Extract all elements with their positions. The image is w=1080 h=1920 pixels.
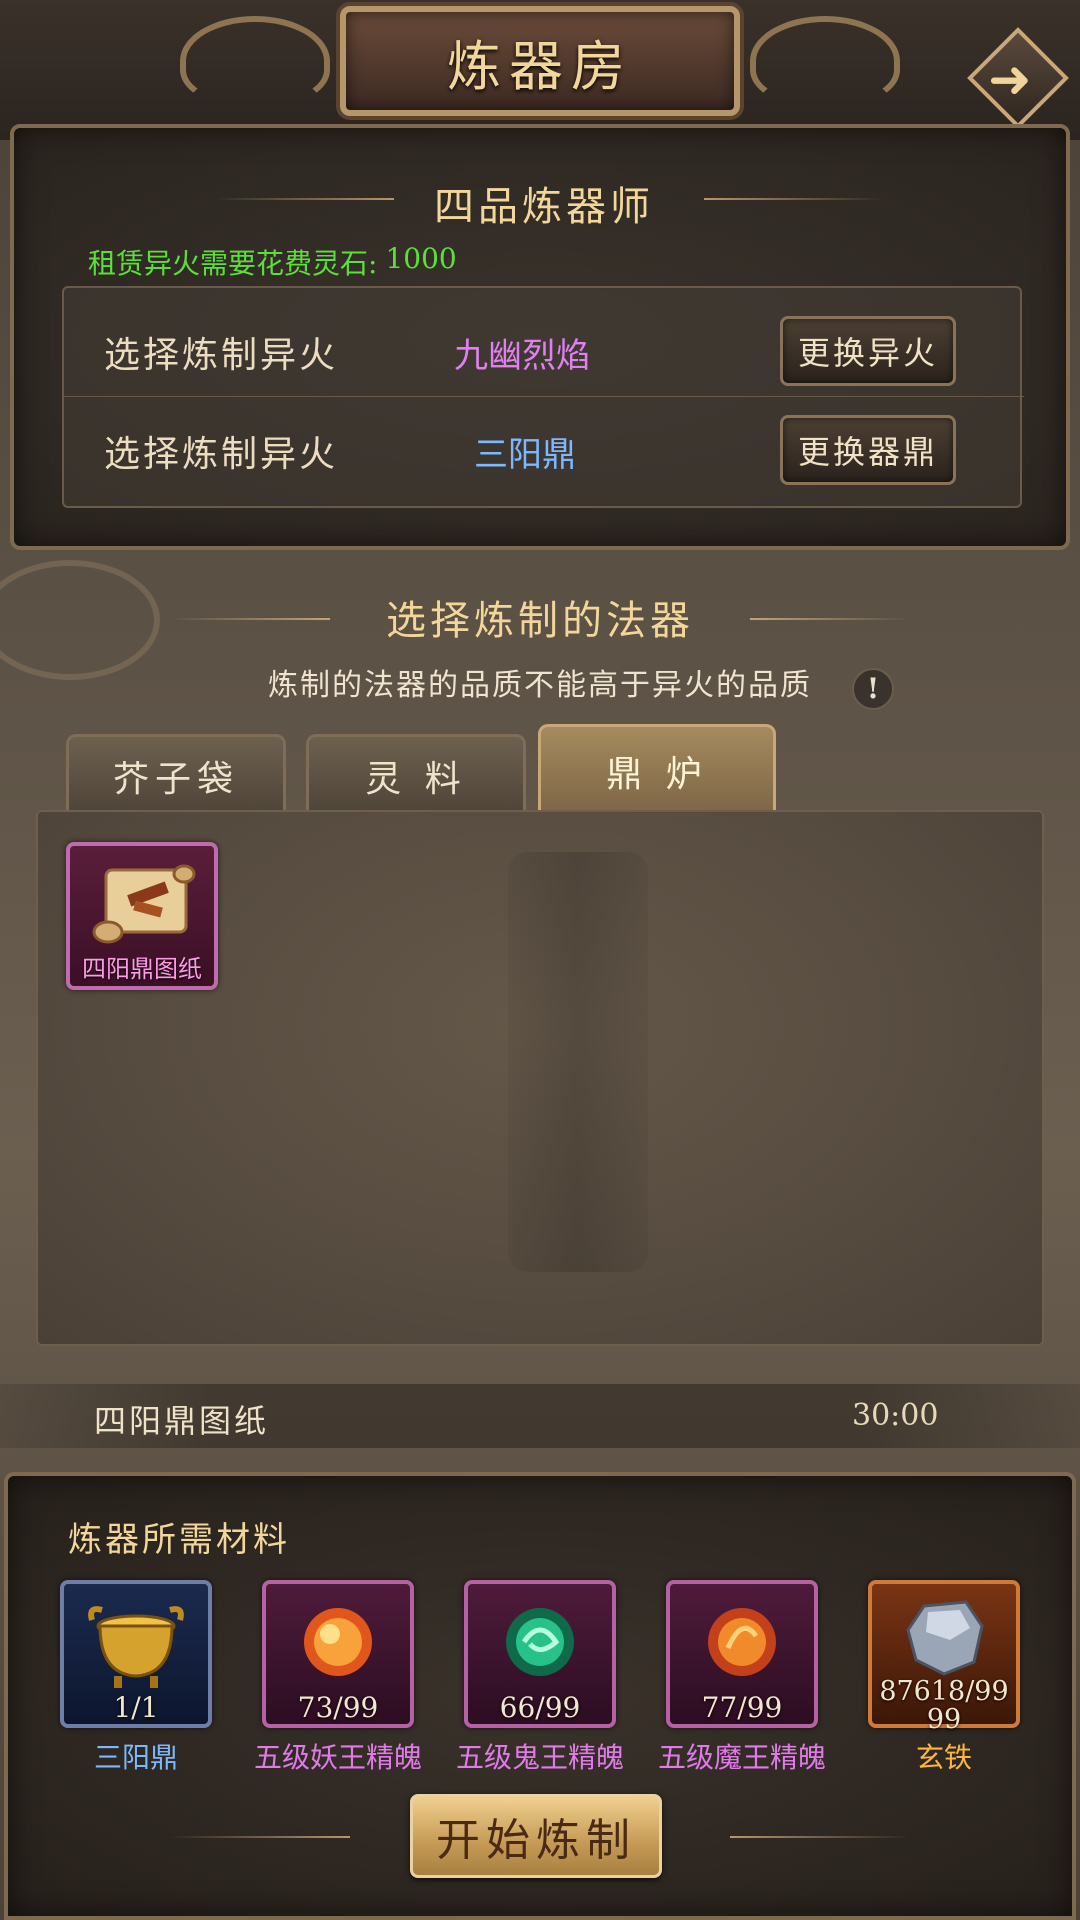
select-cauldron-label: 选择炼制异火 — [104, 434, 339, 475]
cloud-ornament-right — [750, 16, 900, 106]
material-slot-devil-soul[interactable]: 77/99 — [666, 1580, 818, 1728]
rank-title: 四品炼器师 — [434, 184, 654, 230]
forge-master-panel: 四品炼器师 租赁异火需要花费灵石: 1000 选择炼制异火 九幽烈焰 更换异火 … — [10, 124, 1070, 550]
recipe-info-bar: 四阳鼎图纸 30:00 — [0, 1384, 1080, 1448]
item-name: 四阳鼎图纸 — [82, 955, 202, 983]
recipe-time: 30:00 — [852, 1398, 939, 1433]
background-pillar — [508, 852, 648, 1272]
cauldron-icon — [88, 1606, 184, 1688]
forge-room-screen: 炼器房 ➜ 四品炼器师 租赁异火需要花费灵石: 1000 选择炼制异火 九幽烈焰… — [0, 0, 1080, 1920]
material-count: 77/99 — [701, 1691, 783, 1724]
selected-cauldron-value: 三阳鼎 — [474, 435, 576, 475]
select-fire-row: 选择炼制异火 九幽烈焰 更换异火 — [64, 298, 1024, 398]
quality-note: 炼制的法器的品质不能高于异火的品质 — [268, 668, 812, 703]
material-count: 73/99 — [297, 1691, 379, 1724]
recipe-name: 四阳鼎图纸 — [94, 1402, 270, 1440]
material-name: 三阳鼎 — [93, 1741, 178, 1774]
tab-spirit-material[interactable]: 灵 料 — [306, 734, 526, 814]
bottom-divider-left — [170, 1836, 350, 1838]
select-fire-label: 选择炼制异火 — [104, 335, 339, 376]
flame-orb-icon — [708, 1608, 776, 1676]
arrow-right-icon: ➜ — [988, 50, 1032, 110]
tab-storage-bag[interactable]: 芥子袋 — [66, 734, 286, 814]
material-name: 五级魔王精魄 — [657, 1741, 826, 1774]
selected-fire-value: 九幽烈焰 — [454, 336, 590, 376]
rent-cost-line: 租赁异火需要花费灵石: 1000 — [88, 242, 457, 282]
material-count: 66/99 — [499, 1691, 581, 1724]
select-cauldron-row: 选择炼制异火 三阳鼎 更换器鼎 — [64, 396, 1024, 496]
header-bar: 炼器房 ➜ — [0, 0, 1080, 140]
material-slot-ghost-soul[interactable]: 66/99 — [464, 1580, 616, 1728]
selection-box: 选择炼制异火 九幽烈焰 更换异火 选择炼制异火 三阳鼎 更换器鼎 — [62, 286, 1024, 508]
item-slot-blueprint[interactable]: 四阳鼎图纸 — [66, 842, 218, 990]
material-slot-cauldron[interactable]: 1/1 — [60, 1580, 212, 1728]
jade-orb-icon — [506, 1608, 574, 1676]
fire-orb-icon — [304, 1608, 372, 1676]
start-forging-button[interactable]: 开始炼制 — [410, 1794, 662, 1878]
tab-cauldron[interactable]: 鼎 炉 — [538, 724, 776, 814]
rent-cost-value: 1000 — [385, 242, 457, 275]
material-name: 五级妖王精魄 — [253, 1741, 422, 1774]
material-count: 87618/9999 — [879, 1676, 1009, 1735]
title-plaque: 炼器房 — [340, 6, 740, 116]
item-grid: 四阳鼎图纸 — [36, 810, 1044, 1346]
page-title: 炼器房 — [447, 34, 633, 98]
section-title: 选择炼制的法器 — [386, 598, 694, 644]
info-icon[interactable]: ! — [852, 668, 894, 710]
change-cauldron-button[interactable]: 更换器鼎 — [780, 415, 956, 485]
rent-cost-label: 租赁异火需要花费灵石: — [88, 247, 378, 280]
material-count: 1/1 — [113, 1691, 159, 1724]
material-name: 玄铁 — [915, 1741, 972, 1774]
materials-title: 炼器所需材料 — [68, 1520, 290, 1560]
bottom-divider-right — [730, 1836, 910, 1838]
exit-button[interactable]: ➜ — [967, 27, 1069, 129]
material-slot-demon-soul[interactable]: 73/99 — [262, 1580, 414, 1728]
material-slot-iron[interactable]: 87618/9999 — [868, 1580, 1020, 1734]
cloud-ornament-left — [180, 16, 330, 106]
change-fire-button[interactable]: 更换异火 — [780, 316, 956, 386]
material-name: 五级鬼王精魄 — [455, 1741, 624, 1774]
scroll-blueprint-icon — [92, 864, 196, 944]
